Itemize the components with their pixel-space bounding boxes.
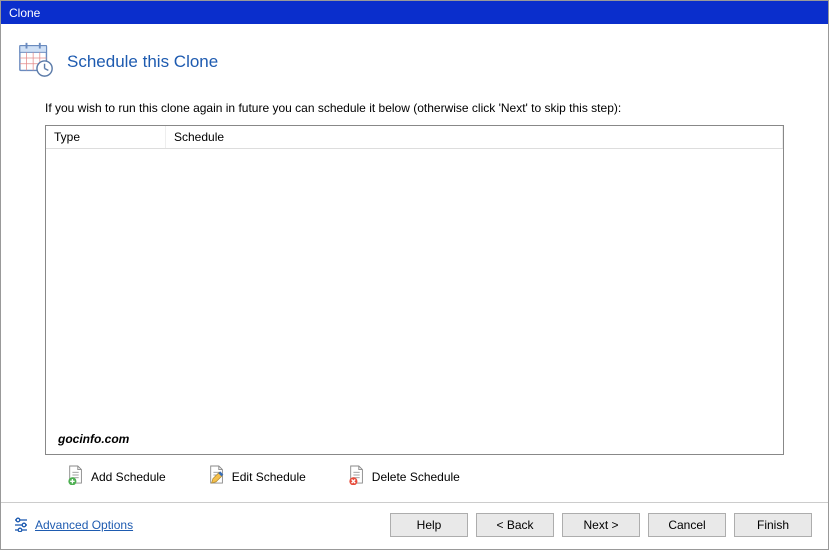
table-header-row: Type Schedule [46,126,783,149]
document-edit-icon [208,465,226,488]
table-body[interactable]: gocinfo.com [46,149,783,454]
instruction-text: If you wish to run this clone again in f… [45,101,812,115]
delete-schedule-label: Delete Schedule [372,470,460,484]
page-header: Schedule this Clone [17,40,812,83]
column-schedule[interactable]: Schedule [166,126,783,148]
advanced-options-link[interactable]: Advanced Options [13,516,133,535]
content-area: Schedule this Clone If you wish to run t… [1,24,828,502]
edit-schedule-button[interactable]: Edit Schedule [208,465,306,488]
titlebar[interactable]: Clone [1,1,828,24]
next-button[interactable]: Next > [562,513,640,537]
calendar-clock-icon [17,40,55,83]
wizard-footer: Advanced Options Help < Back Next > Canc… [1,502,828,549]
watermark-text: gocinfo.com [58,432,129,446]
finish-button[interactable]: Finish [734,513,812,537]
page-title: Schedule this Clone [67,52,218,72]
sliders-icon [13,516,29,535]
back-button[interactable]: < Back [476,513,554,537]
edit-schedule-label: Edit Schedule [232,470,306,484]
add-schedule-button[interactable]: Add Schedule [67,465,166,488]
column-type[interactable]: Type [46,126,166,148]
schedule-actions: Add Schedule Edit Schedule [67,465,812,488]
schedule-table: Type Schedule gocinfo.com [45,125,784,455]
delete-schedule-button[interactable]: Delete Schedule [348,465,460,488]
clone-wizard-window: Clone Schedule thi [0,0,829,550]
cancel-button[interactable]: Cancel [648,513,726,537]
window-title: Clone [9,6,40,20]
document-add-icon [67,465,85,488]
document-delete-icon [348,465,366,488]
advanced-options-label: Advanced Options [35,518,133,532]
add-schedule-label: Add Schedule [91,470,166,484]
help-button[interactable]: Help [390,513,468,537]
